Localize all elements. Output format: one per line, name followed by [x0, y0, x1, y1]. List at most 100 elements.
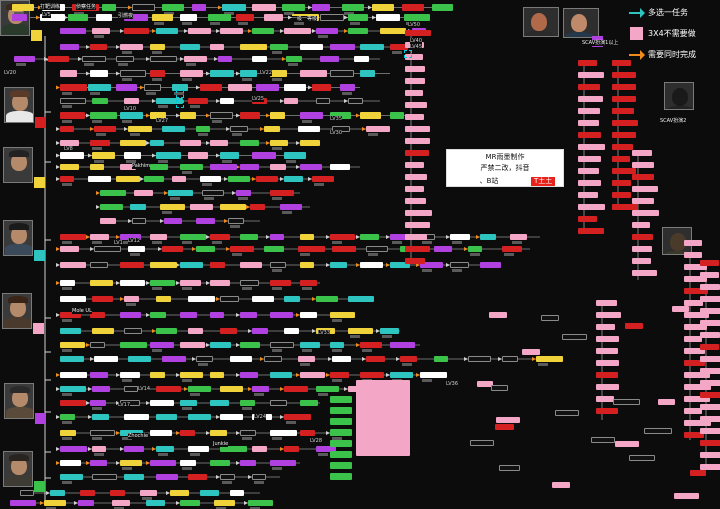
quest-node: [92, 446, 106, 452]
quest-node: [270, 44, 288, 50]
quest-node: [330, 262, 347, 268]
quest-node: [300, 164, 322, 170]
quest-node: [156, 386, 181, 392]
quest-node: [468, 356, 491, 362]
quest-node: [672, 306, 689, 312]
quest-node: [92, 386, 110, 392]
quest-node: [376, 14, 400, 21]
quest-node: [366, 246, 388, 252]
quest-node: [88, 176, 111, 182]
level-marker: [190, 393, 200, 396]
quest-node: [612, 108, 634, 114]
quest-node: [188, 152, 208, 159]
quest-node: [625, 323, 643, 329]
trader-skier-portrait: [3, 147, 33, 183]
quest-node: [130, 204, 146, 210]
quest-node: [60, 70, 77, 77]
quest-node: [150, 460, 176, 466]
quest-node: [252, 474, 266, 480]
green-quest-node: [330, 418, 352, 425]
level-marker: [16, 63, 26, 66]
quest-node: [90, 312, 105, 318]
quest-node: [100, 204, 123, 210]
quest-node: [300, 234, 314, 240]
choose-one-marker: [404, 50, 412, 58]
trader-color-tag: [31, 30, 42, 41]
quest-node: [270, 372, 292, 378]
quest-node: [596, 300, 617, 306]
portrait-torso: [6, 407, 33, 418]
legend-item-choose-one: 多选一任务: [628, 6, 720, 20]
quest-node: [405, 66, 425, 72]
quest-node: [612, 120, 638, 126]
quest-node: [270, 70, 287, 77]
quest-node: [228, 176, 250, 182]
green-quest-node: [330, 462, 352, 469]
quest-node: [156, 328, 177, 334]
quest-node: [596, 348, 618, 354]
quest-node: [632, 222, 650, 228]
quest-node: [578, 228, 604, 234]
quest-label-zhochie: Zhochie: [128, 433, 149, 439]
quest-node: [629, 455, 655, 461]
quest-node: [270, 164, 286, 170]
quest-node: [112, 500, 130, 506]
level-marker: [94, 453, 104, 456]
quest-node: [120, 262, 144, 268]
legend-item-skip-3x4: 3X4不需要做: [628, 27, 720, 41]
quest-label-junkie: Junkie: [213, 441, 229, 447]
quest-node: [124, 296, 139, 302]
quest-node: [92, 28, 110, 34]
quest-node: [60, 280, 75, 286]
quest-node: [92, 328, 114, 334]
quest-node: [674, 493, 699, 499]
credit-line-3: 、B站: [479, 177, 499, 185]
quest-node: [196, 356, 213, 362]
quest-node: [450, 234, 470, 240]
quest-node: [150, 140, 164, 146]
quest-node: [700, 260, 719, 266]
quest-node: [90, 262, 108, 268]
quest-node: [60, 98, 86, 104]
quest-node: [60, 400, 86, 406]
quest-node: [612, 144, 633, 150]
reward-panel: [356, 380, 410, 456]
quest-node: [240, 280, 259, 286]
quest-node: [188, 296, 215, 302]
quest-node: [196, 218, 215, 224]
choose-one-marker: [176, 90, 184, 98]
level-marker: [232, 133, 242, 136]
quest-node: [60, 44, 79, 50]
quest-node: [270, 460, 296, 466]
level-marker: [282, 211, 292, 214]
quest-node: [210, 342, 231, 348]
quest-node: [218, 56, 232, 62]
quest-node: [170, 490, 189, 496]
quest-node: [320, 56, 339, 62]
quest-node: [150, 280, 175, 286]
quest-node: [144, 176, 164, 182]
level-marker: [294, 22, 304, 25]
quest-node: [180, 44, 200, 50]
quest-node: [240, 164, 259, 170]
level-label: LV22: [260, 70, 273, 76]
quest-node: [390, 342, 415, 348]
level-label: LV24: [254, 414, 267, 420]
level-marker: [470, 253, 480, 256]
quest-node: [60, 176, 74, 182]
quest-node: [300, 400, 318, 406]
quest-node: [150, 164, 168, 170]
quest-node: [284, 328, 299, 334]
quest-node: [120, 280, 145, 286]
quest-node: [330, 70, 354, 77]
quest-node: [162, 4, 184, 11]
quest-node: [632, 162, 654, 168]
quest-node: [360, 112, 381, 119]
trader-color-tag: [35, 413, 46, 424]
quest-node: [330, 234, 355, 240]
quest-node: [60, 328, 81, 334]
portrait-1: [523, 7, 559, 37]
quest-node: [612, 180, 631, 186]
level-marker: [286, 421, 296, 424]
quest-node: [248, 500, 273, 506]
